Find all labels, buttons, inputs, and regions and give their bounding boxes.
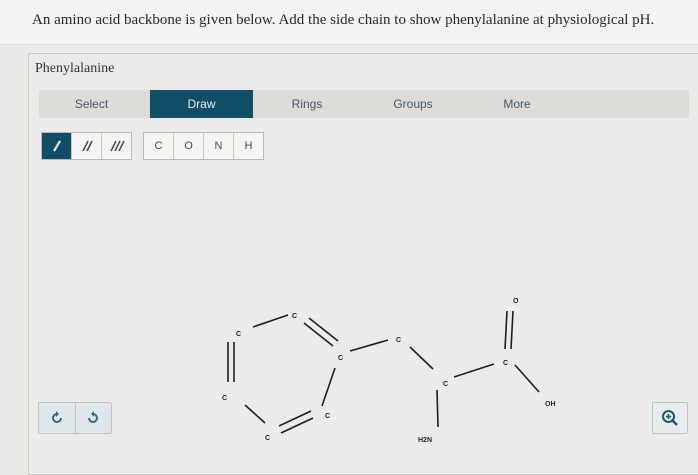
tool-tabbar: Select Draw Rings Groups More bbox=[39, 90, 689, 118]
atom-carboxyl-carbon[interactable]: C bbox=[503, 360, 508, 367]
redo-button[interactable] bbox=[76, 403, 112, 433]
atom-amine[interactable]: H2N bbox=[418, 437, 432, 444]
tab-select[interactable]: Select bbox=[39, 90, 144, 118]
bond-ring-4b[interactable] bbox=[278, 410, 312, 427]
tab-draw[interactable]: Draw bbox=[150, 90, 253, 118]
redo-icon bbox=[88, 411, 99, 423]
atom-ring-bottom[interactable]: C bbox=[265, 435, 270, 442]
atom-ring-upper-right[interactable]: C bbox=[338, 355, 343, 362]
bond-carbonyl-2[interactable] bbox=[510, 310, 514, 350]
question-header: An amino acid backbone is given below. A… bbox=[0, 0, 698, 45]
atom-hydroxyl[interactable]: OH bbox=[545, 401, 556, 408]
zoom-in-button[interactable] bbox=[652, 402, 688, 434]
tab-more[interactable]: More bbox=[465, 90, 569, 118]
bond-alpha-carboxyl[interactable] bbox=[453, 363, 495, 378]
atom-ring-top[interactable]: C bbox=[292, 313, 297, 320]
zoom-in-icon bbox=[662, 410, 678, 426]
history-controls bbox=[38, 402, 112, 434]
tab-rings[interactable]: Rings bbox=[253, 90, 361, 118]
atom-alpha-carbon[interactable]: C bbox=[443, 381, 448, 388]
question-text: An amino acid backbone is given below. A… bbox=[32, 12, 655, 28]
bond-alpha-amine[interactable] bbox=[436, 389, 439, 428]
bond-ring-3[interactable] bbox=[244, 404, 266, 424]
bond-ch2-link[interactable] bbox=[349, 339, 389, 352]
atom-ring-lower-left[interactable]: C bbox=[222, 395, 227, 402]
bond-ring-1[interactable] bbox=[252, 314, 289, 328]
atom-ch2[interactable]: C bbox=[396, 337, 401, 344]
bond-ring-5[interactable] bbox=[321, 367, 336, 407]
bond-ch2-alpha[interactable] bbox=[409, 346, 434, 370]
panel-title: Phenylalanine bbox=[35, 61, 115, 76]
bond-ring-4[interactable] bbox=[280, 417, 314, 434]
undo-icon bbox=[51, 411, 62, 423]
atom-carbonyl-oxygen[interactable]: O bbox=[513, 298, 519, 305]
bond-carboxyl-oh[interactable] bbox=[514, 364, 540, 393]
atom-ring-lower-right[interactable]: C bbox=[325, 413, 330, 420]
bond-carbonyl-1[interactable] bbox=[504, 310, 508, 350]
atom-ring-upper-left[interactable]: C bbox=[236, 331, 241, 338]
undo-button[interactable] bbox=[39, 403, 76, 433]
tab-groups[interactable]: Groups bbox=[361, 90, 465, 118]
